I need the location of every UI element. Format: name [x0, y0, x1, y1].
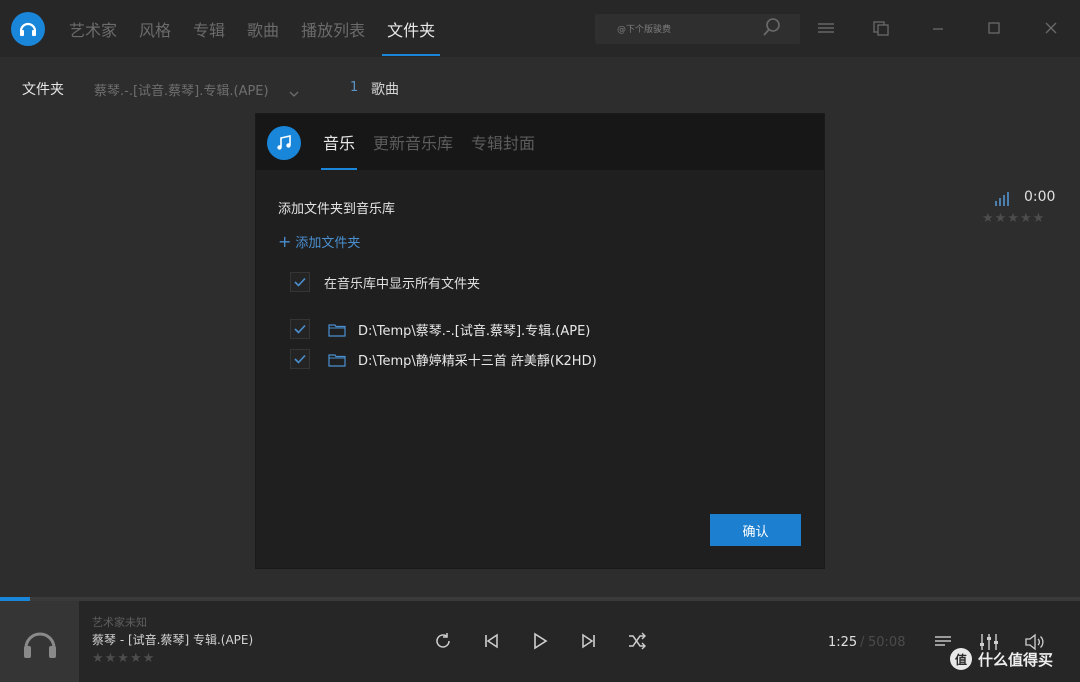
album-cover[interactable]: [0, 601, 79, 682]
track-rating-stars[interactable]: ★★★★★: [92, 651, 155, 666]
folder-row: D:\Temp\蔡琴.-.[试音.蔡琴].专辑.(APE): [290, 319, 590, 339]
folder-checkbox[interactable]: [290, 349, 310, 369]
confirm-button[interactable]: 确认: [710, 514, 801, 546]
folder-path: D:\Temp\静婷精采十三首 許美靜(K2HD): [358, 353, 597, 369]
repeat-icon[interactable]: [431, 629, 455, 653]
songs-label: 歌曲: [371, 82, 399, 98]
folder-checkbox[interactable]: [290, 319, 310, 339]
maximize-icon[interactable]: [980, 14, 1008, 42]
top-bar: 艺术家 风格 专辑 歌曲 播放列表 文件夹 @下个版骏费: [0, 0, 1080, 57]
add-folder-button[interactable]: + 添加文件夹: [278, 232, 361, 252]
folder-label: 文件夹: [22, 82, 64, 98]
track-artist: 艺术家未知: [92, 616, 147, 629]
section-title: 添加文件夹到音乐库: [278, 202, 396, 217]
main-nav: 艺术家 风格 专辑 歌曲 播放列表 文件夹: [58, 0, 446, 57]
previous-icon[interactable]: [479, 629, 503, 653]
folder-selector[interactable]: 蔡琴.-.[试音.蔡琴].专辑.(APE): [94, 80, 269, 99]
song-count: 1: [350, 80, 359, 95]
dialog-tabs: 音乐 更新音乐库 专辑封面: [314, 114, 544, 170]
plus-icon: +: [278, 232, 292, 251]
player-bar: 艺术家未知 蔡琴 - [试音.蔡琴] 专辑.(APE) ★★★★★ 1:25 /…: [0, 601, 1080, 682]
tab-update-library[interactable]: 更新音乐库: [364, 114, 462, 170]
watermark: 值 什么值得买: [950, 648, 1053, 670]
time-separator: /: [860, 635, 865, 650]
track-duration: 0:00: [1024, 189, 1056, 205]
music-note-icon: [267, 126, 301, 160]
track-title: 蔡琴 - [试音.蔡琴] 专辑.(APE): [92, 633, 254, 647]
next-icon[interactable]: [577, 629, 601, 653]
close-icon[interactable]: [1037, 14, 1065, 42]
tab-genres[interactable]: 风格: [128, 0, 182, 57]
app-window: 艺术家 风格 专辑 歌曲 播放列表 文件夹 @下个版骏费 文件夹 蔡琴.-.[试…: [0, 0, 1080, 682]
tab-playlists[interactable]: 播放列表: [290, 0, 376, 57]
watermark-text: 什么值得买: [978, 650, 1054, 669]
tab-album-covers[interactable]: 专辑封面: [462, 114, 544, 170]
folder-row: D:\Temp\静婷精采十三首 許美靜(K2HD): [290, 349, 597, 369]
total-time: 50:08: [868, 635, 906, 650]
folder-header: 文件夹 蔡琴.-.[试音.蔡琴].专辑.(APE) 1 歌曲: [0, 57, 1080, 119]
music-library-dialog: 音乐 更新音乐库 专辑封面 添加文件夹到音乐库 + 添加文件夹 在音乐库中显示所…: [256, 114, 824, 568]
app-logo-icon: [11, 12, 45, 46]
folder-icon: [328, 322, 346, 337]
show-all-folders-row: 在音乐库中显示所有文件夹: [290, 272, 480, 292]
shuffle-icon[interactable]: [625, 629, 649, 653]
chevron-down-icon[interactable]: [289, 83, 299, 102]
current-time: 1:25: [828, 635, 858, 650]
show-all-folders-label: 在音乐库中显示所有文件夹: [324, 276, 481, 292]
folder-path: D:\Temp\蔡琴.-.[试音.蔡琴].专辑.(APE): [358, 323, 591, 339]
search-text: @下个版骏费: [617, 25, 672, 35]
minimize-icon[interactable]: [924, 14, 952, 42]
folder-icon: [328, 352, 346, 367]
menu-icon[interactable]: [812, 14, 840, 42]
tab-music[interactable]: 音乐: [314, 114, 364, 170]
search-icon[interactable]: [760, 15, 784, 39]
tab-albums[interactable]: 专辑: [182, 0, 236, 57]
dialog-header: 音乐 更新音乐库 专辑封面: [256, 114, 824, 170]
play-icon[interactable]: [528, 629, 552, 653]
mini-player-icon[interactable]: [867, 14, 895, 42]
tab-artists[interactable]: 艺术家: [58, 0, 128, 57]
show-all-folders-checkbox[interactable]: [290, 272, 310, 292]
rating-stars[interactable]: ★★★★★: [982, 211, 1045, 226]
add-folder-label: 添加文件夹: [295, 236, 361, 251]
watermark-badge-text: 值: [954, 652, 967, 667]
tab-folders[interactable]: 文件夹: [376, 0, 446, 57]
watermark-logo: 值: [950, 648, 972, 670]
signal-bars-icon: [994, 191, 1012, 210]
tab-songs[interactable]: 歌曲: [236, 0, 290, 57]
